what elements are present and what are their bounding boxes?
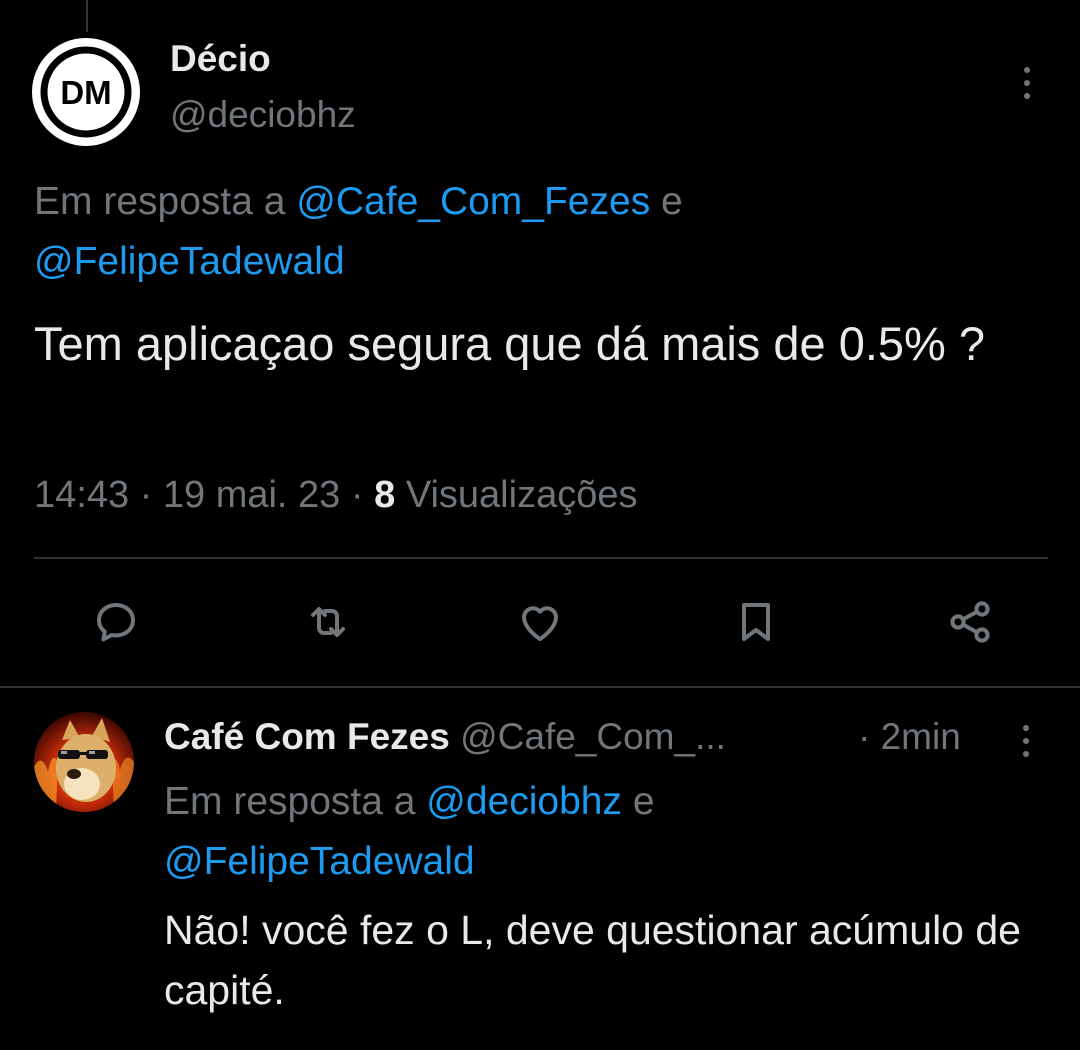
reply-conjunction: e	[661, 180, 683, 223]
speech-bubble-icon	[97, 603, 135, 642]
bookmark-icon	[742, 603, 770, 641]
bookmark-button[interactable]	[732, 598, 780, 646]
author-avatar[interactable]: DM	[32, 38, 140, 146]
mention-deciobhz[interactable]: @deciobhz	[426, 780, 622, 823]
author-handle[interactable]: @deciobhz	[170, 94, 356, 136]
meta-separator: ·	[139, 474, 153, 516]
svg-text:DM: DM	[60, 74, 111, 111]
share-button[interactable]	[946, 598, 994, 646]
tweet-divider	[0, 686, 1080, 688]
dm-logo-icon: DM	[36, 42, 136, 142]
doge-sunglasses-avatar-icon	[34, 712, 134, 812]
reply-more-options-icon[interactable]	[1016, 718, 1036, 764]
reply-author-name[interactable]: Café Com Fezes	[164, 716, 450, 757]
views-count: 8	[374, 474, 396, 516]
tweet-meta: 14:43 · 19 mai. 23 · 8 Visualizações	[34, 474, 637, 517]
tweet-time[interactable]: 14:43	[34, 474, 129, 516]
reply-button[interactable]	[92, 598, 140, 646]
reply-prefix: Em resposta a	[164, 780, 416, 823]
tweet-text: Tem aplicaçao segura que dá mais de 0.5%…	[34, 317, 986, 370]
reply-time[interactable]: · 2min	[858, 716, 961, 758]
reply-context: Em resposta a @deciobhz e @FelipeTadewal…	[164, 772, 1044, 892]
views-label: Visualizações	[405, 474, 638, 516]
reply-author-avatar[interactable]	[34, 712, 134, 812]
thread-connector-line	[86, 0, 88, 32]
author-name[interactable]: Décio	[170, 38, 271, 80]
mention-felipe-tadewald[interactable]: @FelipeTadewald	[164, 840, 475, 883]
reply-context: Em resposta a @Cafe_Com_Fezes e @FelipeT…	[34, 172, 1014, 292]
reply-text: Não! você fez o L, deve questionar acúmu…	[164, 907, 1021, 1013]
share-icon	[950, 601, 990, 643]
reply-header: Café Com Fezes @Cafe_Com_...	[164, 716, 726, 758]
reply-conjunction: e	[632, 780, 655, 823]
tweet-date[interactable]: 19 mai. 23	[163, 474, 340, 516]
meta-separator: ·	[350, 474, 364, 516]
mention-cafe-com-fezes[interactable]: @Cafe_Com_Fezes	[296, 180, 650, 223]
retweet-icon	[311, 607, 345, 637]
heart-icon	[522, 606, 558, 641]
reply-author-handle[interactable]: @Cafe_Com_...	[460, 716, 726, 757]
like-button[interactable]	[516, 598, 564, 646]
retweet-button[interactable]	[304, 598, 352, 646]
more-options-icon[interactable]	[1017, 60, 1037, 106]
reply-prefix: Em resposta a	[34, 180, 286, 223]
mention-felipe-tadewald[interactable]: @FelipeTadewald	[34, 240, 345, 283]
meta-divider	[34, 557, 1048, 559]
